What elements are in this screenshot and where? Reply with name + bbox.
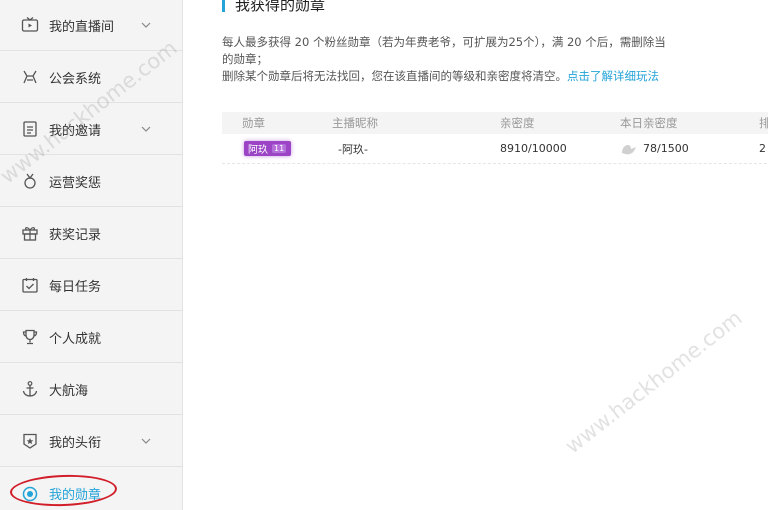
description-line: 删除某个勋章后将无法找回，您在该直播间的等级和亲密度将清空。点击了解详细玩法	[222, 68, 768, 85]
header-intimacy: 亲密度	[500, 116, 535, 130]
chevron-down-icon	[141, 438, 151, 444]
title-accent-bar	[222, 0, 225, 12]
page-title-bar: 我获得的勋章	[222, 0, 325, 14]
sidebar-item-awards[interactable]: 获奖记录	[0, 208, 183, 259]
description-line: 的勋章；	[222, 52, 268, 66]
sidebar-item-achievements[interactable]: 个人成就	[0, 312, 183, 363]
sidebar-item-label: 我的直播间	[49, 19, 115, 35]
details-link[interactable]: 点击了解详细玩法	[567, 69, 659, 83]
table-header: 勋章 主播昵称 亲密度 本日亲密度 排	[222, 112, 768, 134]
gift-icon	[20, 223, 40, 243]
header-medal: 勋章	[242, 116, 265, 130]
intimacy-icon	[622, 144, 636, 154]
page-title: 我获得的勋章	[235, 0, 326, 14]
trophy-icon	[20, 327, 40, 347]
fan-medal-badge[interactable]: 阿玖 11	[244, 141, 292, 156]
chevron-down-icon	[141, 126, 151, 132]
main-content: 我获得的勋章 每人最多获得 20 个粉丝勋章（若为年费老爷，可扩展为25个），满…	[184, 0, 768, 510]
sidebar-item-label: 运营奖惩	[49, 175, 102, 191]
anchor-icon	[20, 379, 40, 399]
sidebar-item-my-medals[interactable]: 我的勋章	[0, 468, 183, 510]
sidebar-item-daily-tasks[interactable]: 每日任务	[0, 260, 183, 311]
sidebar-item-label: 大航海	[49, 383, 89, 399]
guild-icon	[20, 67, 40, 87]
today-intimacy-value: 78/1500	[643, 141, 689, 155]
sidebar-item-label: 获奖记录	[49, 227, 102, 243]
anchor-name-cell: -阿玖-	[338, 142, 368, 156]
chevron-down-icon	[141, 22, 151, 28]
sidebar-item-titles[interactable]: 我的头衔	[0, 416, 183, 467]
today-intimacy-cell: 78/1500	[620, 142, 689, 156]
medal-cell: 阿玖 11	[244, 141, 292, 156]
calendar-check-icon	[20, 275, 40, 295]
header-today-intimacy: 本日亲密度	[620, 116, 678, 130]
sidebar-item-label: 我的头衔	[49, 435, 102, 451]
sidebar: 我的直播间 公会系统 我的邀请 运营奖惩 获奖记录 每日任务 个人成就 大航海 …	[0, 0, 183, 510]
sidebar-item-label: 公会系统	[49, 71, 102, 87]
sidebar-item-label: 每日任务	[49, 279, 102, 295]
description: 每人最多获得 20 个粉丝勋章（若为年费老爷，可扩展为25个），满 20 个后，…	[222, 34, 768, 85]
medal-table: 勋章 主播昵称 亲密度 本日亲密度 排 阿玖 11 -阿玖- 8910/1000…	[222, 112, 768, 164]
title-badge-icon	[20, 431, 40, 451]
header-rank: 排	[759, 116, 768, 130]
tv-icon	[20, 15, 40, 35]
rank-cell: 2	[759, 142, 766, 155]
highlight-ring	[9, 473, 118, 508]
header-anchor-name: 主播昵称	[332, 116, 378, 130]
sidebar-item-voyage[interactable]: 大航海	[0, 364, 183, 415]
medal-name: 阿玖	[248, 145, 268, 156]
table-row[interactable]: 阿玖 11 -阿玖- 8910/10000 78/1500 2	[222, 134, 768, 164]
medal-level: 11	[272, 144, 287, 153]
intimacy-cell: 8910/10000	[500, 142, 567, 155]
sidebar-item-label: 个人成就	[49, 331, 102, 347]
description-text: 删除某个勋章后将无法找回，您在该直播间的等级和亲密度将清空。	[222, 69, 567, 83]
description-line: 每人最多获得 20 个粉丝勋章（若为年费老爷，可扩展为25个），满 20 个后，…	[222, 35, 666, 49]
